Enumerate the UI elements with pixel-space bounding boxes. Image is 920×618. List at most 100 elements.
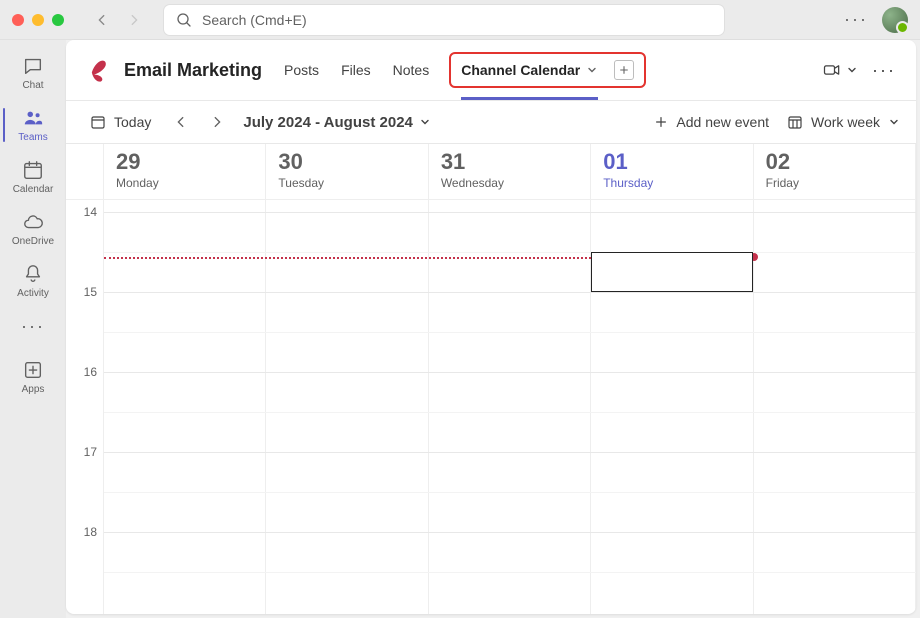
search-icon [176, 12, 192, 28]
rail-item-activity[interactable]: Activity [3, 256, 63, 306]
rail-item-more[interactable]: ··· [3, 308, 63, 344]
history-nav [88, 6, 148, 34]
date-range-picker[interactable]: July 2024 - August 2024 [243, 114, 431, 131]
plus-icon [619, 65, 629, 75]
rail-item-calendar[interactable]: Calendar [3, 152, 63, 202]
tab-channel-calendar[interactable]: Channel Calendar [461, 62, 598, 78]
day-number: 29 [116, 150, 253, 174]
day-name: Wednesday [441, 176, 578, 190]
apps-icon [22, 359, 44, 381]
maximize-window-button[interactable] [52, 14, 64, 26]
app-rail: Chat Teams Calendar OneDrive Activity ··… [0, 40, 66, 618]
day-column[interactable]: 31 Wednesday [429, 144, 591, 614]
day-column[interactable]: 30 Tuesday [266, 144, 428, 614]
day-header: 30 Tuesday [266, 144, 427, 200]
day-name: Friday [766, 176, 903, 190]
time-gutter: 131415161718 [66, 144, 104, 614]
day-header: 29 Monday [104, 144, 265, 200]
day-body[interactable] [754, 200, 915, 614]
teams-icon [22, 107, 44, 129]
chevron-down-icon [888, 116, 900, 128]
search-placeholder: Search (Cmd+E) [202, 12, 307, 28]
prev-range-button[interactable] [167, 108, 195, 136]
channel-more-button[interactable]: ··· [872, 60, 896, 81]
chevron-down-icon [846, 64, 858, 76]
view-switcher[interactable]: Work week [787, 114, 900, 130]
calendar-today-icon [90, 114, 106, 130]
day-number: 31 [441, 150, 578, 174]
tab-posts[interactable]: Posts [282, 58, 321, 82]
day-number: 02 [766, 150, 903, 174]
rail-label: Teams [18, 132, 47, 143]
day-name: Tuesday [278, 176, 415, 190]
highlight-box: Channel Calendar [449, 52, 646, 88]
time-label: 14 [84, 205, 97, 219]
chat-icon [22, 55, 44, 77]
day-name: Thursday [603, 176, 740, 190]
rail-label: Apps [22, 384, 45, 395]
cloud-icon [22, 211, 44, 233]
day-column[interactable]: 29 Monday [104, 144, 266, 614]
add-event-label: Add new event [676, 114, 769, 130]
active-tab-indicator [461, 97, 598, 100]
tab-label: Channel Calendar [461, 62, 580, 78]
day-column[interactable]: 02 Friday [754, 144, 916, 614]
calendar-grid: 131415161718 29Monday30Tuesday31Wednesda… [66, 144, 916, 614]
day-name: Monday [116, 176, 253, 190]
titlebar-more-button[interactable]: ··· [844, 9, 868, 30]
time-label: 15 [84, 285, 97, 299]
user-avatar[interactable] [882, 7, 908, 33]
calendar-days[interactable]: 29 Monday 30 Tuesday 31 Wednesday 01 Thursday 02… [104, 144, 916, 614]
forward-button[interactable] [120, 6, 148, 34]
tab-files[interactable]: Files [339, 58, 373, 82]
day-column[interactable]: 01 Thursday [591, 144, 753, 614]
calendar-toolbar: Today July 2024 - August 2024 Add new ev… [66, 100, 916, 144]
chevron-left-icon [174, 115, 188, 129]
day-body[interactable] [266, 200, 427, 614]
day-body[interactable] [429, 200, 590, 614]
time-label: 18 [84, 525, 97, 539]
channel-title: Email Marketing [124, 60, 262, 81]
day-number: 30 [278, 150, 415, 174]
plus-icon [654, 115, 668, 129]
search-input[interactable]: Search (Cmd+E) [164, 5, 724, 35]
rail-label: Chat [22, 80, 43, 91]
titlebar: Search (Cmd+E) ··· [0, 0, 920, 40]
add-tab-button[interactable] [614, 60, 634, 80]
day-number: 01 [603, 150, 740, 174]
view-label: Work week [811, 114, 880, 130]
more-icon: ··· [21, 316, 45, 337]
window-controls [12, 14, 64, 26]
calendar-view-icon [787, 114, 803, 130]
rail-label: Calendar [13, 184, 54, 195]
add-event-button[interactable]: Add new event [654, 114, 769, 130]
rail-label: Activity [17, 288, 49, 299]
time-label: 17 [84, 445, 97, 459]
day-header: 01 Thursday [591, 144, 752, 200]
minimize-window-button[interactable] [32, 14, 44, 26]
next-range-button[interactable] [203, 108, 231, 136]
rail-item-apps[interactable]: Apps [3, 352, 63, 402]
back-button[interactable] [88, 6, 116, 34]
today-button[interactable]: Today [82, 110, 159, 134]
day-body[interactable] [591, 200, 752, 614]
bell-icon [22, 263, 44, 285]
chevron-down-icon [419, 116, 431, 128]
time-label: 16 [84, 365, 97, 379]
chevron-down-icon [586, 64, 598, 76]
channel-header: Email Marketing Posts Files Notes Channe… [66, 40, 916, 100]
channel-tabs: Posts Files Notes Channel Calendar [282, 52, 646, 88]
rail-item-teams[interactable]: Teams [3, 100, 63, 150]
meet-button[interactable] [822, 60, 858, 80]
rail-item-onedrive[interactable]: OneDrive [3, 204, 63, 254]
rail-item-chat[interactable]: Chat [3, 48, 63, 98]
day-header: 02 Friday [754, 144, 915, 200]
main-panel: Email Marketing Posts Files Notes Channe… [66, 40, 916, 614]
channel-logo-icon [86, 56, 114, 84]
tab-notes[interactable]: Notes [391, 58, 432, 82]
chevron-right-icon [210, 115, 224, 129]
today-label: Today [114, 114, 151, 130]
close-window-button[interactable] [12, 14, 24, 26]
day-body[interactable] [104, 200, 265, 614]
chevron-right-icon [127, 13, 141, 27]
